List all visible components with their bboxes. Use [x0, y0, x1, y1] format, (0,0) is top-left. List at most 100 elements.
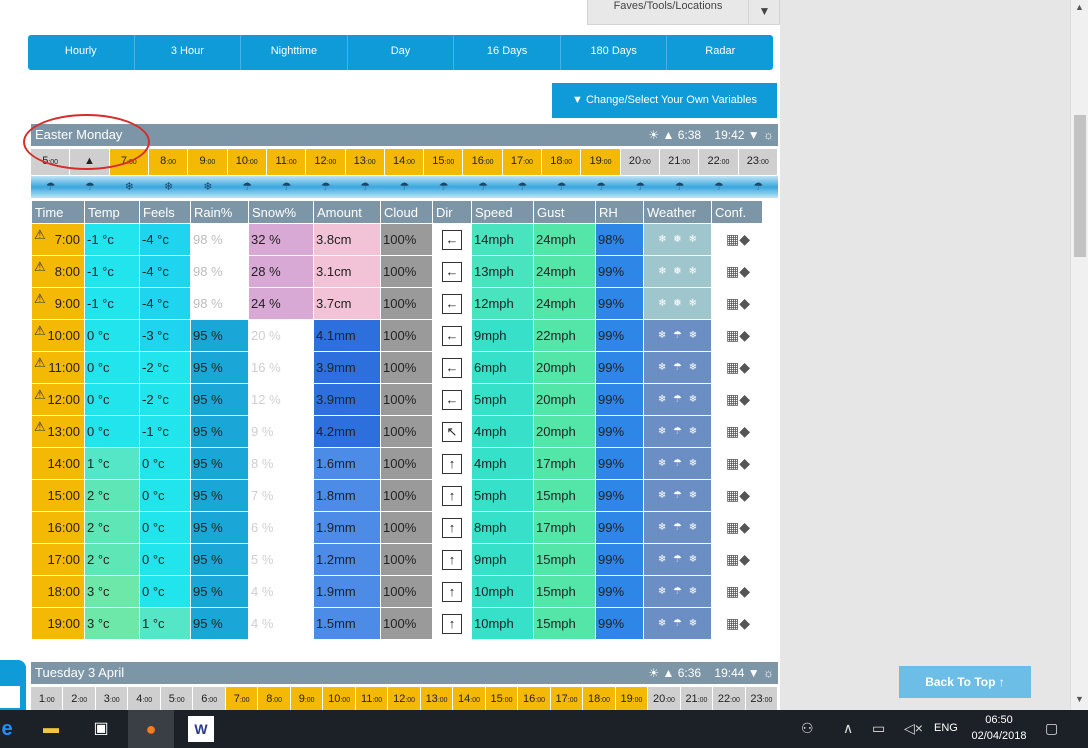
- confidence-icon[interactable]: ▦◆: [712, 512, 762, 543]
- confidence-icon[interactable]: ▦◆: [712, 448, 762, 479]
- tab-180-days[interactable]: 180 Days: [561, 35, 668, 70]
- column-header-snow[interactable]: Snow%: [249, 201, 313, 223]
- hour-cell[interactable]: 9:00: [188, 149, 228, 175]
- confidence-icon[interactable]: ▦◆: [712, 384, 762, 415]
- hour-cell[interactable]: 19:00: [615, 687, 649, 710]
- hour-cell[interactable]: 21:00: [660, 149, 700, 175]
- hour-cell[interactable]: 11:00: [266, 149, 307, 175]
- hour-cell[interactable]: 10:00: [227, 149, 267, 175]
- tab-16-days[interactable]: 16 Days: [454, 35, 561, 70]
- tab-hourly[interactable]: Hourly: [28, 35, 135, 70]
- hour-cell[interactable]: 20:00: [648, 687, 681, 710]
- column-header-temp[interactable]: Temp: [85, 201, 139, 223]
- table-row[interactable]: 17:00 2 °c 0 °c 95 % 5 % 1.2mm 100% ↑ 9mph 15mph 9…: [32, 544, 762, 575]
- table-row[interactable]: ⚠ 10:00 0 °c -3 °c 95 % 20 % 4.1mm 100% ← 9mph 22m…: [32, 320, 762, 351]
- confidence-icon[interactable]: ▦◆: [712, 608, 762, 639]
- column-header-dir[interactable]: Dir: [433, 201, 471, 223]
- change-variables-button[interactable]: ▼ Change/Select Your Own Variables: [552, 83, 777, 118]
- side-widget[interactable]: [0, 660, 26, 710]
- hour-cell[interactable]: 2:00: [63, 687, 96, 710]
- people-icon[interactable]: ⚇: [801, 720, 814, 737]
- volume-muted-icon[interactable]: ◁×: [904, 720, 923, 737]
- firefox-icon[interactable]: ●: [138, 716, 164, 742]
- back-to-top-button[interactable]: Back To Top ↑: [899, 666, 1031, 698]
- hour-cell[interactable]: 19:00: [581, 149, 621, 175]
- file-explorer-icon[interactable]: ▬: [38, 716, 64, 742]
- hour-cell[interactable]: 17:00: [502, 149, 543, 175]
- table-row[interactable]: 16:00 2 °c 0 °c 95 % 6 % 1.9mm 100% ↑ 8mph 17mph 9…: [32, 512, 762, 543]
- table-row[interactable]: 18:00 3 °c 0 °c 95 % 4 % 1.9mm 100% ↑ 10mph 15mph…: [32, 576, 762, 607]
- column-header-feels[interactable]: Feels: [140, 201, 190, 223]
- chevron-down-icon[interactable]: ▼: [748, 0, 780, 24]
- warning-icon[interactable]: ⚠: [34, 355, 46, 371]
- confidence-icon[interactable]: ▦◆: [712, 576, 762, 607]
- hour-cell[interactable]: 12:00: [306, 149, 346, 175]
- hour-cell[interactable]: 3:00: [95, 687, 129, 710]
- hour-cell[interactable]: 22:00: [713, 687, 746, 710]
- hour-cell[interactable]: 14:00: [453, 687, 486, 710]
- column-header-gust[interactable]: Gust: [534, 201, 595, 223]
- edge-icon[interactable]: e: [0, 716, 14, 742]
- hour-cell[interactable]: 1:00: [31, 687, 64, 710]
- column-header-rh[interactable]: RH: [596, 201, 643, 223]
- table-row[interactable]: 14:00 1 °c 0 °c 95 % 8 % 1.6mm 100% ↑ 4mph 17mph 9…: [32, 448, 762, 479]
- table-row[interactable]: ⚠ 9:00 -1 °c -4 °c 98 % 24 % 3.7cm 100% ← 12mph 24…: [32, 288, 762, 319]
- system-clock[interactable]: 06:50 02/04/2018: [968, 712, 1030, 744]
- hour-cell[interactable]: 21:00: [680, 687, 714, 710]
- confidence-icon[interactable]: ▦◆: [712, 224, 762, 255]
- hour-cell[interactable]: 4:00: [128, 687, 161, 710]
- column-header-amount[interactable]: Amount: [314, 201, 380, 223]
- table-row[interactable]: ⚠ 7:00 -1 °c -4 °c 98 % 32 % 3.8cm 100% ← 14mph 24…: [32, 224, 762, 255]
- hour-cell[interactable]: 8:00: [258, 687, 291, 710]
- tab-nighttime[interactable]: Nighttime: [241, 35, 348, 70]
- confidence-icon[interactable]: ▦◆: [712, 288, 762, 319]
- hour-cell[interactable]: 13:00: [345, 149, 385, 175]
- table-row[interactable]: 15:00 2 °c 0 °c 95 % 7 % 1.8mm 100% ↑ 5mph 15mph 9…: [32, 480, 762, 511]
- hour-cell[interactable]: 18:00: [583, 687, 616, 710]
- confidence-icon[interactable]: ▦◆: [712, 544, 762, 575]
- hour-cell[interactable]: 16:00: [463, 149, 503, 175]
- warning-icon[interactable]: ⚠: [34, 259, 46, 275]
- scroll-down-icon[interactable]: ▼: [1075, 694, 1084, 704]
- hour-cell[interactable]: 17:00: [550, 687, 584, 710]
- hour-cell[interactable]: 6:00: [193, 687, 226, 710]
- warning-icon[interactable]: ⚠: [34, 323, 46, 339]
- tab-day[interactable]: Day: [348, 35, 455, 70]
- confidence-icon[interactable]: ▦◆: [712, 416, 762, 447]
- chevron-up-icon[interactable]: ∧: [843, 720, 853, 737]
- notifications-icon[interactable]: ▢: [1045, 720, 1058, 737]
- scroll-up-icon[interactable]: ▲: [1075, 2, 1084, 12]
- table-row[interactable]: ⚠ 12:00 0 °c -2 °c 95 % 12 % 3.9mm 100% ← 5mph 20m…: [32, 384, 762, 415]
- column-header-conf[interactable]: Conf.: [712, 201, 762, 223]
- faves-tools-locations-menu[interactable]: Faves/Tools/Locations ▼: [587, 0, 780, 25]
- hour-cell[interactable]: 18:00: [542, 149, 582, 175]
- hour-cell[interactable]: 5:00: [160, 687, 194, 710]
- column-header-speed[interactable]: Speed: [472, 201, 533, 223]
- column-header-weather[interactable]: Weather: [644, 201, 711, 223]
- hour-cell[interactable]: 22:00: [699, 149, 739, 175]
- vertical-scrollbar[interactable]: ▲ ▼: [1070, 0, 1088, 710]
- warning-icon[interactable]: ⚠: [34, 291, 46, 307]
- column-header-cloud[interactable]: Cloud: [381, 201, 432, 223]
- store-icon[interactable]: ▣: [88, 716, 114, 742]
- hour-cell[interactable]: 20:00: [620, 149, 660, 175]
- confidence-icon[interactable]: ▦◆: [712, 352, 762, 383]
- hour-cell[interactable]: 15:00: [485, 687, 519, 710]
- tab-radar[interactable]: Radar: [667, 35, 773, 70]
- column-header-time[interactable]: Time: [32, 201, 84, 223]
- hour-cell[interactable]: 8:00: [148, 149, 189, 175]
- hour-cell[interactable]: 15:00: [424, 149, 464, 175]
- hour-cell[interactable]: 7:00: [225, 687, 259, 710]
- table-row[interactable]: ⚠ 11:00 0 °c -2 °c 95 % 16 % 3.9mm 100% ← 6mph 20m…: [32, 352, 762, 383]
- confidence-icon[interactable]: ▦◆: [712, 256, 762, 287]
- warning-icon[interactable]: ⚠: [34, 387, 46, 403]
- warning-icon[interactable]: ⚠: [34, 419, 46, 435]
- column-header-rain[interactable]: Rain%: [191, 201, 248, 223]
- network-icon[interactable]: ▭: [872, 720, 885, 737]
- table-row[interactable]: 19:00 3 °c 1 °c 95 % 4 % 1.5mm 100% ↑ 10mph 15mph…: [32, 608, 762, 639]
- hour-cell[interactable]: 10:00: [323, 687, 356, 710]
- hour-cell[interactable]: 13:00: [420, 687, 454, 710]
- hour-cell[interactable]: 12:00: [388, 687, 421, 710]
- hour-cell[interactable]: 23:00: [738, 149, 778, 175]
- confidence-icon[interactable]: ▦◆: [712, 320, 762, 351]
